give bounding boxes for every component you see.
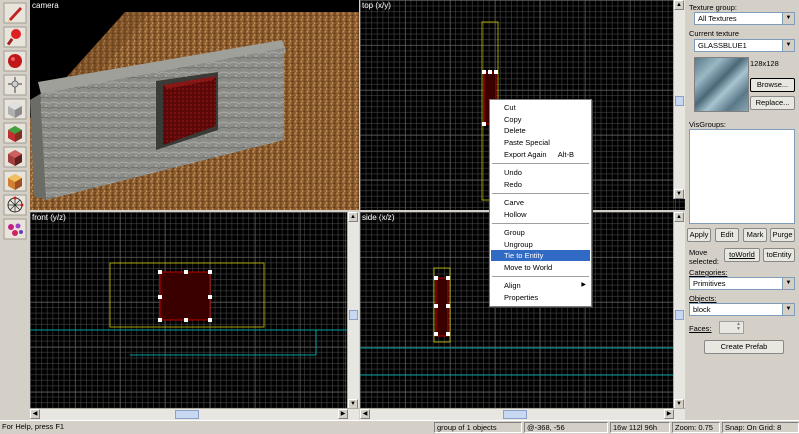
front-viewport[interactable]: front (y/z) ▲ ▼ ◀ ▶ — [30, 212, 359, 420]
status-snap: Snap: On Grid: 8 — [722, 422, 799, 433]
apply-button[interactable]: Apply — [687, 228, 711, 242]
context-menu: Cut Copy Delete Paste Special Export Aga… — [489, 99, 592, 307]
menu-item-ungroup[interactable]: Ungroup — [491, 239, 590, 250]
entity-tool-icon[interactable] — [3, 74, 27, 96]
menu-item-carve[interactable]: Carve — [491, 197, 590, 208]
menu-item-redo[interactable]: Redo — [491, 179, 590, 190]
menu-item-hollow[interactable]: Hollow — [491, 209, 590, 220]
scroll-thumb[interactable] — [175, 410, 199, 419]
menu-item-paste-special[interactable]: Paste Special — [491, 137, 590, 148]
viewport-title: top (x/y) — [362, 1, 391, 10]
chevron-down-icon: ▼ — [782, 40, 794, 51]
scroll-right-icon[interactable]: ▶ — [664, 409, 674, 419]
status-size: 16w 112l 96h — [610, 422, 670, 433]
camera-scene — [30, 0, 359, 210]
camera-viewport[interactable]: camera — [30, 0, 359, 210]
create-prefab-button[interactable]: Create Prefab — [704, 340, 784, 354]
objects-label: Objects: — [689, 294, 717, 303]
faces-label: Faces: — [689, 324, 712, 333]
viewport-title: camera — [32, 1, 59, 10]
current-texture-label: Current texture — [689, 29, 740, 38]
move-selected-label: Move selected: — [689, 248, 720, 266]
mark-button[interactable]: Mark — [743, 228, 767, 242]
menu-separator — [492, 163, 589, 164]
horizontal-scrollbar[interactable]: ◀ ▶ — [30, 408, 359, 420]
menu-item-shortcut: Alt-B — [557, 150, 574, 159]
menu-item-delete[interactable]: Delete — [491, 125, 590, 136]
menu-item-properties[interactable]: Properties — [491, 292, 590, 303]
menu-separator — [492, 223, 589, 224]
chevron-down-icon: ▼ — [782, 278, 794, 289]
menu-item-export-again[interactable]: Export Again Alt-B — [491, 149, 590, 160]
scroll-left-icon[interactable]: ◀ — [360, 409, 370, 419]
submenu-arrow-icon: ▶ — [581, 282, 586, 288]
scroll-right-icon[interactable]: ▶ — [338, 409, 348, 419]
right-panel: Texture group: All Textures ▼ Current te… — [686, 0, 799, 420]
edit-button[interactable]: Edit — [715, 228, 739, 242]
status-selection: group of 1 objects — [434, 422, 522, 433]
horizontal-scrollbar[interactable]: ◀ ▶ — [360, 408, 685, 420]
categories-dropdown[interactable]: Primitives ▼ — [689, 277, 795, 290]
scroll-up-icon[interactable]: ▲ — [674, 212, 684, 222]
scroll-thumb[interactable] — [675, 310, 684, 320]
status-coords: @-368, -56 — [524, 422, 608, 433]
scroll-thumb[interactable] — [675, 96, 684, 106]
vertical-scrollbar[interactable]: ▲ ▼ — [673, 212, 685, 409]
scroll-thumb[interactable] — [503, 410, 527, 419]
scroll-left-icon[interactable]: ◀ — [30, 409, 40, 419]
faces-stepper[interactable]: ▲ ▼ — [719, 321, 744, 334]
status-help: For Help, press F1 — [2, 422, 65, 431]
tool-palette — [0, 0, 30, 420]
menu-item-copy[interactable]: Copy — [491, 114, 590, 125]
visgroups-label: VisGroups: — [689, 120, 726, 129]
menu-item-align[interactable]: Align ▶ — [491, 280, 590, 291]
chevron-down-icon: ▼ — [782, 304, 794, 315]
vertex-tool-icon[interactable] — [3, 218, 27, 240]
texture-preview — [694, 57, 749, 112]
vertical-scrollbar[interactable]: ▲ ▼ — [347, 212, 359, 409]
apply-texture-icon[interactable] — [3, 146, 27, 168]
status-zoom: Zoom: 0.75 — [672, 422, 720, 433]
status-bar: For Help, press F1 group of 1 objects @-… — [0, 420, 799, 434]
texture-group-dropdown[interactable]: All Textures ▼ — [694, 12, 795, 25]
menu-item-undo[interactable]: Undo — [491, 167, 590, 178]
menu-item-cut[interactable]: Cut — [491, 102, 590, 113]
viewport-title: front (y/z) — [32, 213, 66, 222]
scroll-up-icon[interactable]: ▲ — [348, 212, 358, 222]
to-entity-button[interactable]: toEntity — [763, 248, 795, 262]
scroll-down-icon[interactable]: ▼ — [674, 189, 684, 199]
menu-item-label: Align — [504, 281, 521, 290]
replace-button[interactable]: Replace... — [750, 96, 795, 110]
menu-item-group[interactable]: Group — [491, 227, 590, 238]
decal-tool-icon[interactable] — [3, 170, 27, 192]
menu-item-tie-to-entity[interactable]: Tie to Entity — [491, 250, 590, 261]
visgroups-list[interactable] — [689, 129, 795, 224]
scroll-thumb[interactable] — [349, 310, 358, 320]
texture-tool-icon[interactable] — [3, 122, 27, 144]
texture-group-label: Texture group: — [689, 3, 737, 12]
menu-separator — [492, 193, 589, 194]
camera-tool-icon[interactable] — [3, 50, 27, 72]
current-texture-dropdown[interactable]: GLASSBLUE1 ▼ — [694, 39, 795, 52]
to-world-button[interactable]: toWorld — [724, 248, 760, 262]
clipping-tool-icon[interactable] — [3, 194, 27, 216]
purge-button[interactable]: Purge — [770, 228, 795, 242]
objects-dropdown[interactable]: block ▼ — [689, 303, 795, 316]
vertical-scrollbar[interactable]: ▲ ▼ — [673, 0, 685, 199]
chevron-down-icon: ▼ — [782, 13, 794, 24]
texture-size: 128x128 — [750, 59, 779, 68]
magnify-tool-icon[interactable] — [3, 26, 27, 48]
block-tool-icon[interactable] — [3, 98, 27, 120]
front-view-geometry — [30, 262, 348, 356]
menu-separator — [492, 276, 589, 277]
viewport-title: side (x/z) — [362, 213, 395, 222]
selection-tool-icon[interactable] — [3, 2, 27, 24]
browse-button[interactable]: Browse... — [750, 78, 795, 92]
categories-label: Categories: — [689, 268, 728, 277]
menu-item-move-to-world[interactable]: Move to World — [491, 262, 590, 273]
scroll-up-icon[interactable]: ▲ — [674, 0, 684, 10]
menu-item-label: Export Again — [504, 150, 547, 159]
stepper-arrows-icon[interactable]: ▲ ▼ — [734, 322, 743, 333]
